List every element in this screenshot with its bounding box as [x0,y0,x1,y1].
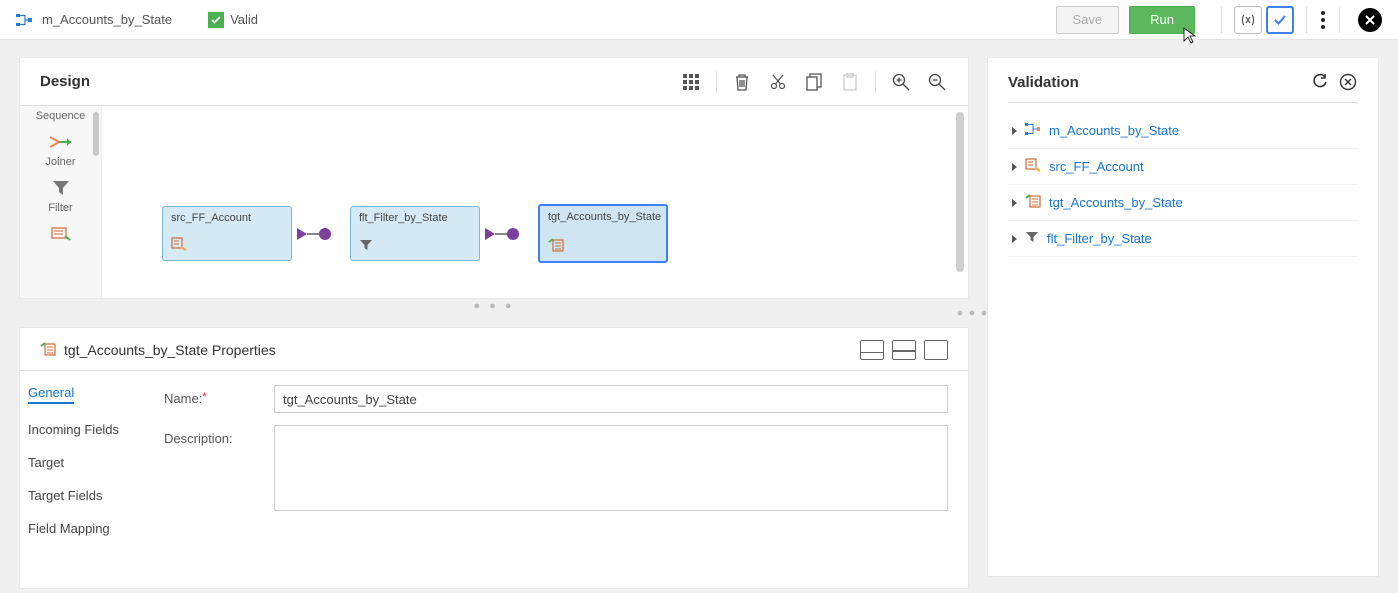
validation-list: m_Accounts_by_State src_FF_Account tgt_Acc… [1008,113,1358,257]
properties-title: tgt_Accounts_by_State Properties [64,342,860,358]
palette-filter[interactable]: Filter [20,176,101,214]
validation-item-label: flt_Filter_by_State [1047,231,1152,246]
description-input[interactable] [274,425,948,511]
validation-item-label: src_FF_Account [1049,159,1144,174]
refresh-icon[interactable] [1310,72,1330,92]
run-button[interactable]: Run [1129,6,1195,34]
horizontal-splitter[interactable]: ● ● ● [20,298,968,314]
design-canvas[interactable]: src_FF_Account flt_Filter_by_State [102,106,968,298]
zoom-in-icon[interactable] [890,71,912,93]
cut-icon[interactable] [767,71,789,93]
validation-title: Validation [1008,74,1302,91]
variables-button[interactable] [1234,6,1262,34]
chevron-right-icon [1012,235,1017,243]
grid-icon[interactable] [680,71,702,93]
source-icon [171,237,187,254]
palette-joiner[interactable]: Joiner [20,130,101,168]
mapping-icon [16,13,34,27]
source-icon [1025,158,1041,175]
name-input[interactable] [274,385,948,413]
chevron-right-icon [1012,199,1017,207]
design-panel: Design [20,58,968,298]
validation-item-label: tgt_Accounts_by_State [1049,195,1183,210]
top-bar: m_Accounts_by_State Valid Save Run [0,0,1398,40]
tab-field-mapping[interactable]: Field Mapping [28,521,144,536]
validation-item[interactable]: tgt_Accounts_by_State [1008,185,1358,221]
layout-split-button[interactable] [892,340,916,360]
node-filter[interactable]: flt_Filter_by_State [350,206,480,261]
more-menu-button[interactable] [1317,7,1329,33]
vertical-splitter[interactable]: ●●● [954,307,990,321]
tab-target-fields[interactable]: Target Fields [28,488,144,503]
layout-bottom-button[interactable] [860,340,884,360]
validate-button[interactable] [1266,6,1294,34]
palette-sequence[interactable]: Sequence [20,110,101,122]
delete-icon[interactable] [731,71,753,93]
filter-icon [1025,231,1039,246]
close-button[interactable] [1358,8,1382,32]
name-label: Name:* [164,385,274,413]
valid-badge: Valid [208,12,258,28]
zoom-out-icon[interactable] [926,71,948,93]
validation-item[interactable]: m_Accounts_by_State [1008,113,1358,149]
scrollbar[interactable] [956,112,964,272]
target-icon [1025,194,1041,211]
run-button-label: Run [1150,12,1174,27]
transformation-palette[interactable]: Sequence Joiner [20,106,102,298]
layout-full-button[interactable] [924,340,948,360]
validation-item[interactable]: flt_Filter_by_State [1008,221,1358,257]
filter-icon [359,239,373,254]
tab-general[interactable]: General [28,385,74,404]
validation-item[interactable]: src_FF_Account [1008,149,1358,185]
close-validation-icon[interactable] [1338,72,1358,92]
description-label: Description: [164,425,274,511]
validation-item-label: m_Accounts_by_State [1049,123,1179,138]
node-filter-label: flt_Filter_by_State [359,212,448,224]
chevron-right-icon [1012,127,1017,135]
tab-target[interactable]: Target [28,455,144,470]
properties-panel: tgt_Accounts_by_State Properties General… [20,328,968,588]
chevron-right-icon [1012,163,1017,171]
save-button[interactable]: Save [1056,6,1120,34]
node-target-label: tgt_Accounts_by_State [548,211,661,223]
design-title: Design [40,73,666,90]
page-title: m_Accounts_by_State [42,12,172,27]
node-source[interactable]: src_FF_Account [162,206,292,261]
check-icon [208,12,224,28]
main-area: Design [0,40,1398,588]
target-icon [40,342,56,359]
palette-more[interactable] [20,222,101,246]
node-source-label: src_FF_Account [171,212,251,224]
tab-incoming-fields[interactable]: Incoming Fields [28,422,144,437]
target-icon [548,238,564,255]
node-target[interactable]: tgt_Accounts_by_State [538,204,668,263]
paste-icon [839,71,861,93]
properties-tabs: General Incoming Fields Target Target Fi… [24,385,144,536]
valid-label: Valid [230,12,258,27]
copy-icon[interactable] [803,71,825,93]
mapping-icon [1025,123,1041,138]
validation-panel: Validation m_Accounts_by_State src_FF_Acc… [988,58,1378,576]
